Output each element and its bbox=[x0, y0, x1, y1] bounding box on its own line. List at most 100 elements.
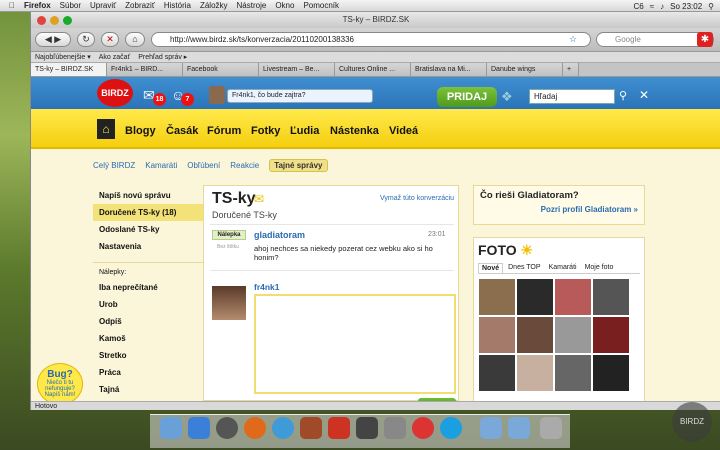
app-icon[interactable] bbox=[356, 417, 378, 439]
label-stretko[interactable]: Stretko bbox=[93, 347, 203, 364]
bookmark-item[interactable]: Najobľúbenejšie ▾ bbox=[35, 52, 91, 62]
search-icon[interactable]: ⚲ bbox=[619, 89, 627, 102]
bookmark-item[interactable]: Ako začať bbox=[99, 52, 130, 62]
site-search-input[interactable]: Hľadaj bbox=[529, 89, 615, 104]
zoom-window-button[interactable] bbox=[63, 16, 72, 25]
finder-icon[interactable] bbox=[160, 417, 182, 439]
avatar[interactable] bbox=[209, 86, 225, 104]
reply-textarea[interactable] bbox=[254, 294, 456, 394]
menu-okno[interactable]: Okno bbox=[275, 1, 294, 10]
app-icon[interactable] bbox=[328, 417, 350, 439]
tab-facebook[interactable]: Facebook bbox=[183, 63, 259, 76]
messages-badge[interactable]: 18 bbox=[153, 93, 166, 106]
foto-tab-nove[interactable]: Nové bbox=[478, 263, 504, 273]
skype-icon[interactable] bbox=[440, 417, 462, 439]
photo-thumb[interactable] bbox=[593, 279, 629, 315]
home-nav-icon[interactable]: ⌂ bbox=[97, 119, 115, 139]
trash-icon[interactable] bbox=[540, 417, 562, 439]
reload-icon[interactable]: ↻ bbox=[77, 32, 95, 47]
label-kamos[interactable]: Kamoš bbox=[93, 330, 203, 347]
subnav-reakcie[interactable]: Reakcie bbox=[230, 161, 259, 172]
label-urob[interactable]: Urob bbox=[93, 296, 203, 313]
subnav-cely-birdz[interactable]: Celý BIRDZ bbox=[93, 161, 135, 172]
pridaj-button[interactable]: PRIDAJ bbox=[437, 87, 497, 107]
tab-cultures[interactable]: Cultures Online ... bbox=[335, 63, 411, 76]
menu-nastroje[interactable]: Nástroje bbox=[237, 1, 267, 10]
subnav-tajne-spravy[interactable]: Tajné správy bbox=[269, 159, 328, 172]
iphoto-icon[interactable] bbox=[300, 417, 322, 439]
tab-fr4nk1[interactable]: Fr4nk1 – BIRD... bbox=[107, 63, 183, 76]
photo-thumb[interactable] bbox=[479, 317, 515, 353]
nav-nastenka[interactable]: Nástenka bbox=[330, 125, 379, 137]
foto-tab-kamarati[interactable]: Kamaráti bbox=[546, 263, 580, 273]
label-unread[interactable]: Iba neprečítané bbox=[93, 279, 203, 296]
dashboard-icon[interactable] bbox=[216, 417, 238, 439]
nav-casak[interactable]: Časák bbox=[166, 125, 198, 137]
tab-livestream[interactable]: Livestream – Be... bbox=[259, 63, 335, 76]
spotlight-icon[interactable]: ⚲ bbox=[708, 2, 714, 11]
birdz-logo[interactable]: BIRDZ bbox=[97, 79, 133, 107]
subnav-kamarati[interactable]: Kamaráti bbox=[145, 161, 177, 172]
menu-subor[interactable]: Súbor bbox=[60, 1, 81, 10]
clock[interactable]: So 23:02 bbox=[670, 2, 702, 11]
label-tajna[interactable]: Tajná bbox=[93, 381, 203, 398]
wifi-icon[interactable]: ≈ bbox=[650, 2, 654, 11]
label-praca[interactable]: Práca bbox=[93, 364, 203, 381]
menu-upravit[interactable]: Upraviť bbox=[90, 1, 116, 10]
status-indicator[interactable]: C6 bbox=[633, 2, 643, 11]
new-tab-button[interactable]: + bbox=[563, 63, 579, 76]
home-icon[interactable]: ⌂ bbox=[125, 32, 145, 47]
status-input[interactable]: Fr4nk1, čo bude zajtra? bbox=[227, 89, 373, 103]
nav-fotky[interactable]: Fotky bbox=[251, 125, 280, 137]
nav-blogy[interactable]: Blogy bbox=[125, 125, 156, 137]
tab-tsky[interactable]: TS-ky – BIRDZ.SK bbox=[31, 63, 107, 76]
message-author[interactable]: gladiatoram bbox=[254, 230, 305, 240]
menu-historia[interactable]: História bbox=[164, 1, 191, 10]
folder-icon[interactable] bbox=[508, 417, 530, 439]
folder-icon[interactable] bbox=[480, 417, 502, 439]
apple-icon[interactable]:  bbox=[9, 1, 15, 10]
photo-thumb[interactable] bbox=[517, 279, 553, 315]
nav-forum[interactable]: Fórum bbox=[207, 125, 241, 137]
lastfm-icon[interactable] bbox=[412, 417, 434, 439]
photo-thumb[interactable] bbox=[555, 317, 591, 353]
nav-ludia[interactable]: Ľudia bbox=[290, 125, 319, 137]
friends-badge[interactable]: 7 bbox=[181, 93, 194, 106]
photo-thumb[interactable] bbox=[479, 279, 515, 315]
firefox-icon[interactable] bbox=[244, 417, 266, 439]
photo-thumb[interactable] bbox=[517, 317, 553, 353]
bookmark-star-icon[interactable]: ☆ bbox=[569, 34, 577, 45]
menu-sent[interactable]: Odoslané TS-ky bbox=[93, 221, 203, 238]
address-bar[interactable]: http://www.birdz.sk/ts/konverzacia/20110… bbox=[151, 32, 591, 47]
bookmark-item[interactable]: Prehľad správ ▸ bbox=[138, 52, 187, 62]
menu-zobrazit[interactable]: Zobraziť bbox=[125, 1, 155, 10]
bug-report-badge[interactable]: Bug? Niečo ti tu nefunguje? Napíš nám! bbox=[37, 363, 83, 405]
menu-settings[interactable]: Nastavenia bbox=[93, 238, 203, 255]
menu-zalozky[interactable]: Záložky bbox=[200, 1, 228, 10]
foto-tab-dnes-top[interactable]: Dnes TOP bbox=[505, 263, 543, 273]
profile-link[interactable]: Pozri profil Gladiatoram » bbox=[480, 205, 638, 214]
close-icon[interactable]: ✕ bbox=[639, 88, 649, 102]
reply-author[interactable]: fr4nk1 bbox=[254, 282, 280, 292]
menu-new-message[interactable]: Napíš novú správu bbox=[93, 187, 203, 204]
preferences-icon[interactable] bbox=[384, 417, 406, 439]
nav-videa[interactable]: Videá bbox=[389, 125, 418, 137]
photo-thumb[interactable] bbox=[517, 355, 553, 391]
stop-icon[interactable]: ✕ bbox=[101, 32, 119, 47]
label-dropdown[interactable]: Nálepka bbox=[212, 230, 246, 240]
label-odpis[interactable]: Odpíš bbox=[93, 313, 203, 330]
minimize-window-button[interactable] bbox=[50, 16, 59, 25]
tab-danube[interactable]: Danube wings bbox=[487, 63, 563, 76]
menu-firefox[interactable]: Firefox bbox=[24, 1, 51, 10]
menu-pomocnik[interactable]: Pomocník bbox=[303, 1, 339, 10]
close-window-button[interactable] bbox=[37, 16, 46, 25]
subnav-oblubeni[interactable]: Obľúbení bbox=[187, 161, 220, 172]
itunes-icon[interactable] bbox=[272, 417, 294, 439]
menu-inbox[interactable]: Doručené TS-ky (18) bbox=[93, 204, 203, 221]
photo-thumb[interactable] bbox=[479, 355, 515, 391]
volume-icon[interactable]: ♪ bbox=[660, 2, 664, 11]
foto-tab-moje[interactable]: Moje foto bbox=[582, 263, 617, 273]
photo-thumb[interactable] bbox=[593, 317, 629, 353]
photo-thumb[interactable] bbox=[555, 355, 591, 391]
delete-conversation-link[interactable]: Vymaž túto konverzáciu bbox=[380, 195, 454, 202]
